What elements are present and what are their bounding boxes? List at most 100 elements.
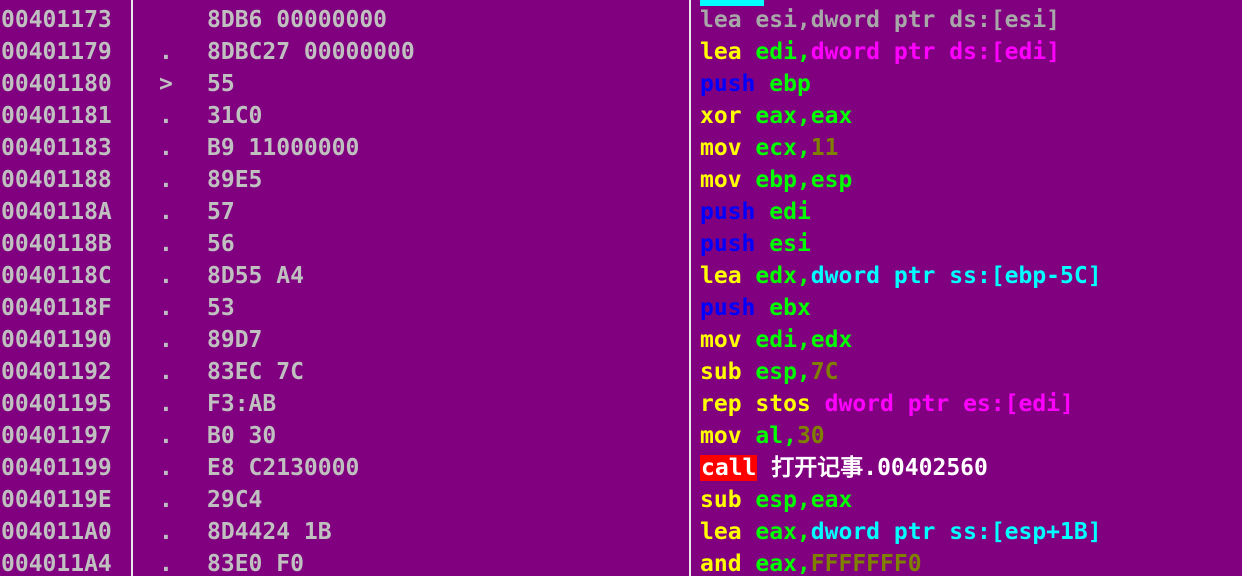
instruction-cell: call 打开记事.00402560 bbox=[700, 452, 988, 484]
code-row[interactable]: 0040118B. 56 push esi bbox=[0, 228, 1242, 260]
instruction-cell: sub esp,eax bbox=[700, 484, 852, 516]
hex-bytes-cell: F3:AB bbox=[207, 391, 277, 417]
call-mnemonic-highlight: call bbox=[700, 455, 758, 481]
code-row[interactable]: 00401192. 83EC 7C sub esp,7C bbox=[0, 356, 1242, 388]
hex-bytes-cell: B0 30 bbox=[207, 423, 277, 449]
address-cell: 0040118B bbox=[1, 231, 112, 257]
instruction-token: mov bbox=[700, 135, 756, 161]
code-row[interactable]: 00401183. B9 11000000 mov ecx,11 bbox=[0, 132, 1242, 164]
instruction-token: ebp,esp bbox=[755, 167, 853, 193]
instruction-token: esp,eax bbox=[755, 487, 853, 513]
address-cell: 00401173 bbox=[1, 7, 112, 33]
hex-bytes-cell: 55 bbox=[207, 71, 235, 97]
disassembly-rows: 00401173 8DB6 00000000 lea esi,dword ptr d… bbox=[0, 4, 1242, 576]
hex-bytes-cell: E8 C2130000 bbox=[207, 455, 360, 481]
instruction-token: FFFFFFF0 bbox=[810, 551, 922, 576]
instruction-cell: mov ebp,esp bbox=[700, 164, 852, 196]
jump-flag: . bbox=[159, 487, 173, 513]
address-cell: 0040118F bbox=[1, 295, 112, 321]
instruction-token: ebp bbox=[769, 71, 811, 97]
address-cell: 00401190 bbox=[1, 327, 112, 353]
code-row[interactable]: 00401190. 89D7 mov edi,edx bbox=[0, 324, 1242, 356]
instruction-token: 打开记事.00402560 bbox=[757, 455, 988, 481]
address-cell: 00401199 bbox=[1, 455, 112, 481]
code-row[interactable]: 00401188. 89E5 mov ebp,esp bbox=[0, 164, 1242, 196]
address-cell: 00401195 bbox=[1, 391, 112, 417]
instruction-token: esp, bbox=[755, 359, 811, 385]
code-row[interactable]: 0040118A. 57 push edi bbox=[0, 196, 1242, 228]
hex-bytes-cell: 56 bbox=[207, 231, 235, 257]
instruction-token: mov bbox=[700, 423, 756, 449]
instruction-cell: lea esi,dword ptr ds:[esi] bbox=[700, 4, 1060, 36]
instruction-cell: push ebx bbox=[700, 292, 811, 324]
jump-flag: . bbox=[159, 135, 173, 161]
instruction-token: push bbox=[700, 71, 770, 97]
code-row[interactable]: 00401199. E8 C2130000 call 打开记事.00402560 bbox=[0, 452, 1242, 484]
instruction-cell: push esi bbox=[700, 228, 811, 260]
instruction-token: dword ptr ds:[edi] bbox=[810, 39, 1061, 65]
instruction-token: edi bbox=[755, 39, 797, 65]
instruction-token: edi bbox=[769, 199, 811, 225]
code-row[interactable]: 0040118C. 8D55 A4 lea edx,dword ptr ss:[eb… bbox=[0, 260, 1242, 292]
code-row[interactable]: 0040118F. 53 push ebx bbox=[0, 292, 1242, 324]
instruction-token: sub bbox=[700, 487, 756, 513]
instruction-cell: push edi bbox=[700, 196, 811, 228]
instruction-token: push bbox=[700, 295, 770, 321]
code-row[interactable]: 00401179. 8DBC27 00000000 lea edi,dword pt… bbox=[0, 36, 1242, 68]
address-cell: 00401197 bbox=[1, 423, 112, 449]
jump-flag: . bbox=[159, 103, 173, 129]
instruction-cell: mov ecx,11 bbox=[700, 132, 838, 164]
code-row[interactable]: 00401180 >55 push ebp bbox=[0, 68, 1242, 100]
instruction-cell: mov edi,edx bbox=[700, 324, 852, 356]
address-cell: 004011A0 bbox=[1, 519, 112, 545]
instruction-token: ecx, bbox=[755, 135, 811, 161]
instruction-token: 30 bbox=[796, 423, 825, 449]
hex-bytes-cell: 57 bbox=[207, 199, 235, 225]
address-cell: 00401181 bbox=[1, 103, 112, 129]
instruction-token: edx, bbox=[755, 263, 811, 289]
jump-flag: . bbox=[159, 39, 173, 65]
instruction-token: al, bbox=[755, 423, 797, 449]
code-row[interactable]: 004011A0. 8D4424 1B lea eax,dword ptr ss:[… bbox=[0, 516, 1242, 548]
hex-bytes-cell: 83EC 7C bbox=[207, 359, 304, 385]
jump-flag: . bbox=[159, 423, 173, 449]
instruction-token: lea bbox=[700, 39, 756, 65]
instruction-cell: rep stos dword ptr es:[edi] bbox=[700, 388, 1074, 420]
instruction-token: push bbox=[700, 231, 770, 257]
instruction-token: and bbox=[700, 551, 756, 576]
instruction-token: sub bbox=[700, 359, 756, 385]
instruction-token: 7C bbox=[810, 359, 839, 385]
address-cell: 0040119E bbox=[1, 487, 112, 513]
code-row[interactable]: 004011A4. 83E0 F0 and eax,FFFFFFF0 bbox=[0, 548, 1242, 576]
hex-bytes-cell: 31C0 bbox=[207, 103, 263, 129]
instruction-token: mov bbox=[700, 327, 756, 353]
instruction-cell: lea eax,dword ptr ss:[esp+1B] bbox=[700, 516, 1102, 548]
jump-flag: . bbox=[159, 327, 173, 353]
hex-bytes-cell: 53 bbox=[207, 295, 235, 321]
code-row[interactable]: 0040119E. 29C4 sub esp,eax bbox=[0, 484, 1242, 516]
instruction-token: 11 bbox=[810, 135, 839, 161]
jump-flag: . bbox=[159, 455, 173, 481]
instruction-token: esi bbox=[769, 231, 811, 257]
instruction-cell: and eax,FFFFFFF0 bbox=[700, 548, 922, 576]
instruction-token: dword ptr ss:[esp+1B] bbox=[810, 519, 1102, 545]
instruction-token: , bbox=[796, 39, 811, 65]
instruction-token: eax, bbox=[755, 519, 811, 545]
instruction-token: push bbox=[700, 199, 770, 225]
jump-flag: > bbox=[159, 71, 173, 97]
hex-bytes-cell: B9 11000000 bbox=[207, 135, 360, 161]
hex-bytes-cell: 8DB6 00000000 bbox=[207, 7, 388, 33]
code-row[interactable]: 00401173 8DB6 00000000 lea esi,dword ptr d… bbox=[0, 4, 1242, 36]
hex-bytes-cell: 83E0 F0 bbox=[207, 551, 304, 576]
instruction-cell: sub esp,7C bbox=[700, 356, 838, 388]
instruction-token: dword ptr es:[edi] bbox=[824, 391, 1074, 417]
code-row[interactable]: 00401181. 31C0 xor eax,eax bbox=[0, 100, 1242, 132]
address-cell: 00401179 bbox=[1, 39, 112, 65]
instruction-cell: push ebp bbox=[700, 68, 811, 100]
address-cell: 0040118A bbox=[1, 199, 112, 225]
jump-flag: . bbox=[159, 359, 173, 385]
code-row[interactable]: 00401197. B0 30 mov al,30 bbox=[0, 420, 1242, 452]
code-row[interactable]: 00401195. F3:AB rep stos dword ptr es:[edi… bbox=[0, 388, 1242, 420]
instruction-token: mov bbox=[700, 167, 756, 193]
disassembly-view[interactable]: 00401173 8DB6 00000000 lea esi,dword ptr d… bbox=[0, 0, 1242, 576]
